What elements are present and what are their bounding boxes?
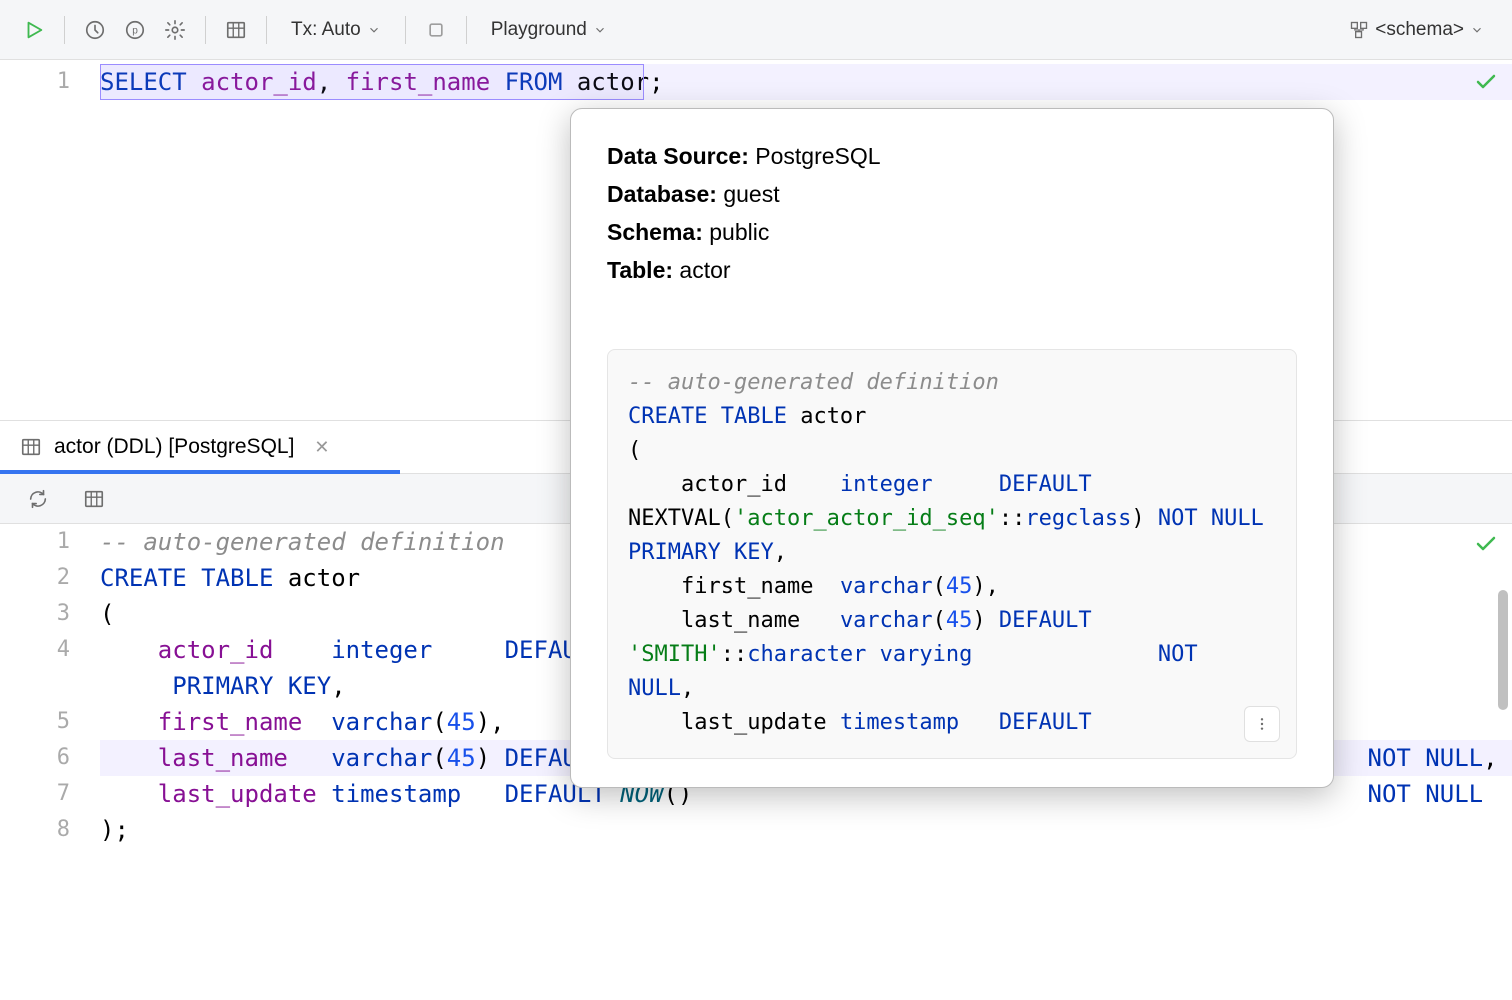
line-number: 7 (0, 776, 100, 812)
line-number: 1 (0, 64, 100, 100)
schema-icon (1349, 20, 1369, 40)
inspection-ok-icon[interactable] (1472, 530, 1500, 558)
quick-doc-popup: Data Source: PostgreSQL Database: guest … (570, 108, 1334, 788)
line-number: 8 (0, 812, 100, 848)
toolbar-separator (405, 16, 406, 44)
history-button[interactable] (77, 12, 113, 48)
line-gutter: 1 2 3 4 5 6 7 8 (0, 524, 100, 1000)
tab-label: actor (DDL) [PostgreSQL] (54, 435, 294, 459)
inspection-ok-icon[interactable] (1472, 68, 1500, 96)
database-value: guest (717, 181, 780, 207)
popup-metadata: Data Source: PostgreSQL Database: guest … (607, 137, 1297, 289)
toolbar-separator (205, 16, 206, 44)
table-value: actor (673, 257, 731, 283)
table-label: Table: (607, 257, 673, 283)
line-number: 5 (0, 704, 100, 740)
main-toolbar: p Tx: Auto Playground <schema> (0, 0, 1512, 60)
tx-mode-label: Tx: Auto (291, 19, 361, 41)
data-source-value: PostgreSQL (749, 143, 881, 169)
line-number: 1 (0, 524, 100, 560)
line-gutter: 1 (0, 60, 100, 420)
popup-ddl-code: -- auto-generated definition CREATE TABL… (607, 349, 1297, 759)
line-number: 2 (0, 560, 100, 596)
code-line: SELECT actor_id, first_name FROM actor; (100, 64, 1512, 100)
toolbar-separator (466, 16, 467, 44)
close-icon[interactable]: ✕ (314, 437, 329, 458)
code-line: ); (100, 812, 1512, 848)
playground-label: Playground (491, 19, 587, 41)
svg-text:p: p (132, 25, 138, 36)
line-number: 3 (0, 596, 100, 632)
schema-dropdown[interactable]: <schema> (1337, 12, 1496, 48)
playground-dropdown[interactable]: Playground (479, 12, 619, 48)
line-number: 4 (0, 632, 100, 704)
tab-active-indicator (0, 470, 400, 474)
run-button[interactable] (16, 12, 52, 48)
stop-button[interactable] (418, 12, 454, 48)
table-view-button[interactable] (218, 12, 254, 48)
line-number: 6 (0, 740, 100, 776)
tab-actor-ddl[interactable]: actor (DDL) [PostgreSQL] ✕ (20, 435, 330, 459)
chevron-down-icon (593, 23, 607, 37)
tx-mode-dropdown[interactable]: Tx: Auto (279, 12, 393, 48)
table-button[interactable] (76, 481, 112, 517)
toolbar-separator (64, 16, 65, 44)
schema-label: <schema> (1375, 19, 1464, 41)
chevron-down-icon (367, 23, 381, 37)
database-label: Database: (607, 181, 717, 207)
explain-plan-button[interactable]: p (117, 12, 153, 48)
chevron-down-icon (1470, 23, 1484, 37)
scrollbar-thumb[interactable] (1498, 590, 1508, 710)
more-actions-button[interactable] (1244, 706, 1280, 742)
data-source-label: Data Source: (607, 143, 749, 169)
kebab-icon (1254, 716, 1270, 732)
schema-value: public (703, 219, 769, 245)
refresh-button[interactable] (20, 481, 56, 517)
settings-button[interactable] (157, 12, 193, 48)
table-icon (20, 436, 42, 458)
schema-label: Schema: (607, 219, 703, 245)
toolbar-separator (266, 16, 267, 44)
